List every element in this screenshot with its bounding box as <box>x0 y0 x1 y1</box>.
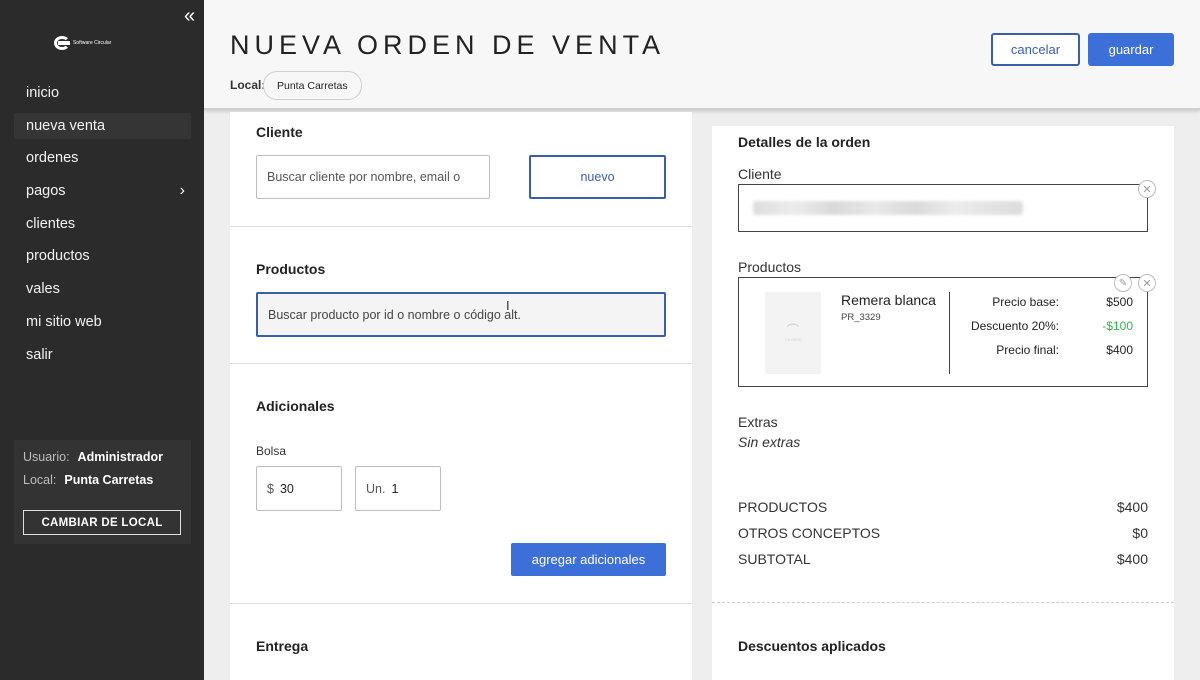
double-chevron-left-icon[interactable]: « <box>184 6 195 26</box>
bolsa-label: Bolsa <box>256 444 287 458</box>
client-name-redacted <box>753 201 1023 215</box>
order-details: Detalles de la orden Cliente ✕ Productos… <box>712 126 1174 680</box>
product-code: PR_3329 <box>841 312 881 323</box>
sidebar: « Software Circular inicio nueva venta o… <box>0 0 204 680</box>
details-title: Detalles de la orden <box>738 134 871 150</box>
local-row: Local: Punta Carretas <box>23 473 154 487</box>
extras-label: Extras <box>738 414 778 430</box>
text-cursor-icon: I <box>506 298 510 313</box>
sidebar-item-vales[interactable]: vales <box>14 276 191 302</box>
sidebar-item-productos[interactable]: productos <box>14 243 191 269</box>
sidebar-item-salir[interactable]: salir <box>14 342 191 368</box>
save-button[interactable]: guardar <box>1088 33 1174 66</box>
page-header: NUEVA ORDEN DE VENTA Local: Punta Carret… <box>204 0 1200 110</box>
sidebar-item-clientes[interactable]: clientes <box>14 211 191 237</box>
local-chip[interactable]: Punta Carretas <box>263 71 362 100</box>
discount-row: Descuento 20%: -$100 <box>970 319 1133 333</box>
product-thumbnail: ⌒ LA BIEN <box>765 292 821 374</box>
user-name: Administrador <box>77 450 163 464</box>
edit-product-pencil-icon[interactable]: ✎ <box>1114 274 1132 292</box>
remove-client-close-icon[interactable]: ✕ <box>1138 180 1156 198</box>
extras-value: Sin extras <box>738 434 801 450</box>
client-search-input[interactable]: Buscar cliente por nombre, email o <box>256 155 490 199</box>
final-price-row: Precio final: $400 <box>996 343 1133 357</box>
details-cliente-label: Cliente <box>738 166 782 182</box>
divider <box>949 292 950 374</box>
user-row: Usuario: Administrador <box>23 450 163 464</box>
logo: Software Circular <box>54 36 111 50</box>
productos-title: Productos <box>256 261 326 277</box>
base-price-row: Precio base: $500 <box>992 295 1133 309</box>
chevron-right-icon: › <box>179 182 185 200</box>
sidebar-item-pagos[interactable]: pagos › <box>14 178 191 204</box>
cancel-button[interactable]: cancelar <box>991 33 1080 66</box>
sidebar-item-mi-sitio-web[interactable]: mi sitio web <box>14 309 191 335</box>
selected-client-box <box>738 184 1148 232</box>
remove-product-close-icon[interactable]: ✕ <box>1138 274 1156 292</box>
page-title: NUEVA ORDEN DE VENTA <box>230 30 666 60</box>
logo-icon <box>54 36 70 50</box>
order-form: Cliente Buscar cliente por nombre, email… <box>230 112 692 680</box>
product-name: Remera blanca <box>841 292 936 308</box>
hanger-icon: ⌒ <box>786 323 800 338</box>
product-line-item: ⌒ LA BIEN Remera blanca PR_3329 Precio b… <box>738 277 1148 387</box>
cliente-title: Cliente <box>256 124 303 140</box>
productos-section: Productos Buscar producto por id o nombr… <box>230 227 692 364</box>
summary-row-subtotal: SUBTOTAL $400 <box>738 551 1148 567</box>
entrega-section: Entrega <box>230 604 692 680</box>
details-productos-label: Productos <box>738 259 802 275</box>
bolsa-units-input[interactable]: Un. 1 <box>355 466 441 511</box>
user-info-box: Usuario: Administrador Local: Punta Carr… <box>14 440 191 544</box>
sidebar-item-inicio[interactable]: inicio <box>14 80 191 106</box>
new-client-button[interactable]: nuevo <box>529 155 666 199</box>
entrega-title: Entrega <box>256 638 309 654</box>
cliente-section: Cliente Buscar cliente por nombre, email… <box>230 112 692 227</box>
change-local-button[interactable]: CAMBIAR DE LOCAL <box>23 510 181 535</box>
add-extras-button[interactable]: agregar adicionales <box>511 543 666 576</box>
summary-row-productos: PRODUCTOS $400 <box>738 499 1148 515</box>
sidebar-item-nueva-venta[interactable]: nueva venta <box>14 112 191 139</box>
discounts-title: Descuentos aplicados <box>738 638 886 654</box>
divider <box>712 602 1174 603</box>
local-name: Punta Carretas <box>64 473 154 487</box>
sidebar-item-ordenes[interactable]: ordenes <box>14 145 191 171</box>
bolsa-price-input[interactable]: $ 30 <box>256 466 342 511</box>
thumbnail-brand: LA BIEN <box>785 337 801 342</box>
sidebar-nav: inicio nueva venta ordenes pagos › client… <box>14 80 191 374</box>
summary-row-otros: OTROS CONCEPTOS $0 <box>738 525 1148 541</box>
local-label: Local: <box>230 78 266 92</box>
adicionales-title: Adicionales <box>256 398 335 414</box>
logo-text: Software Circular <box>73 40 112 46</box>
product-search-input[interactable]: Buscar producto por id o nombre o código… <box>256 292 666 337</box>
